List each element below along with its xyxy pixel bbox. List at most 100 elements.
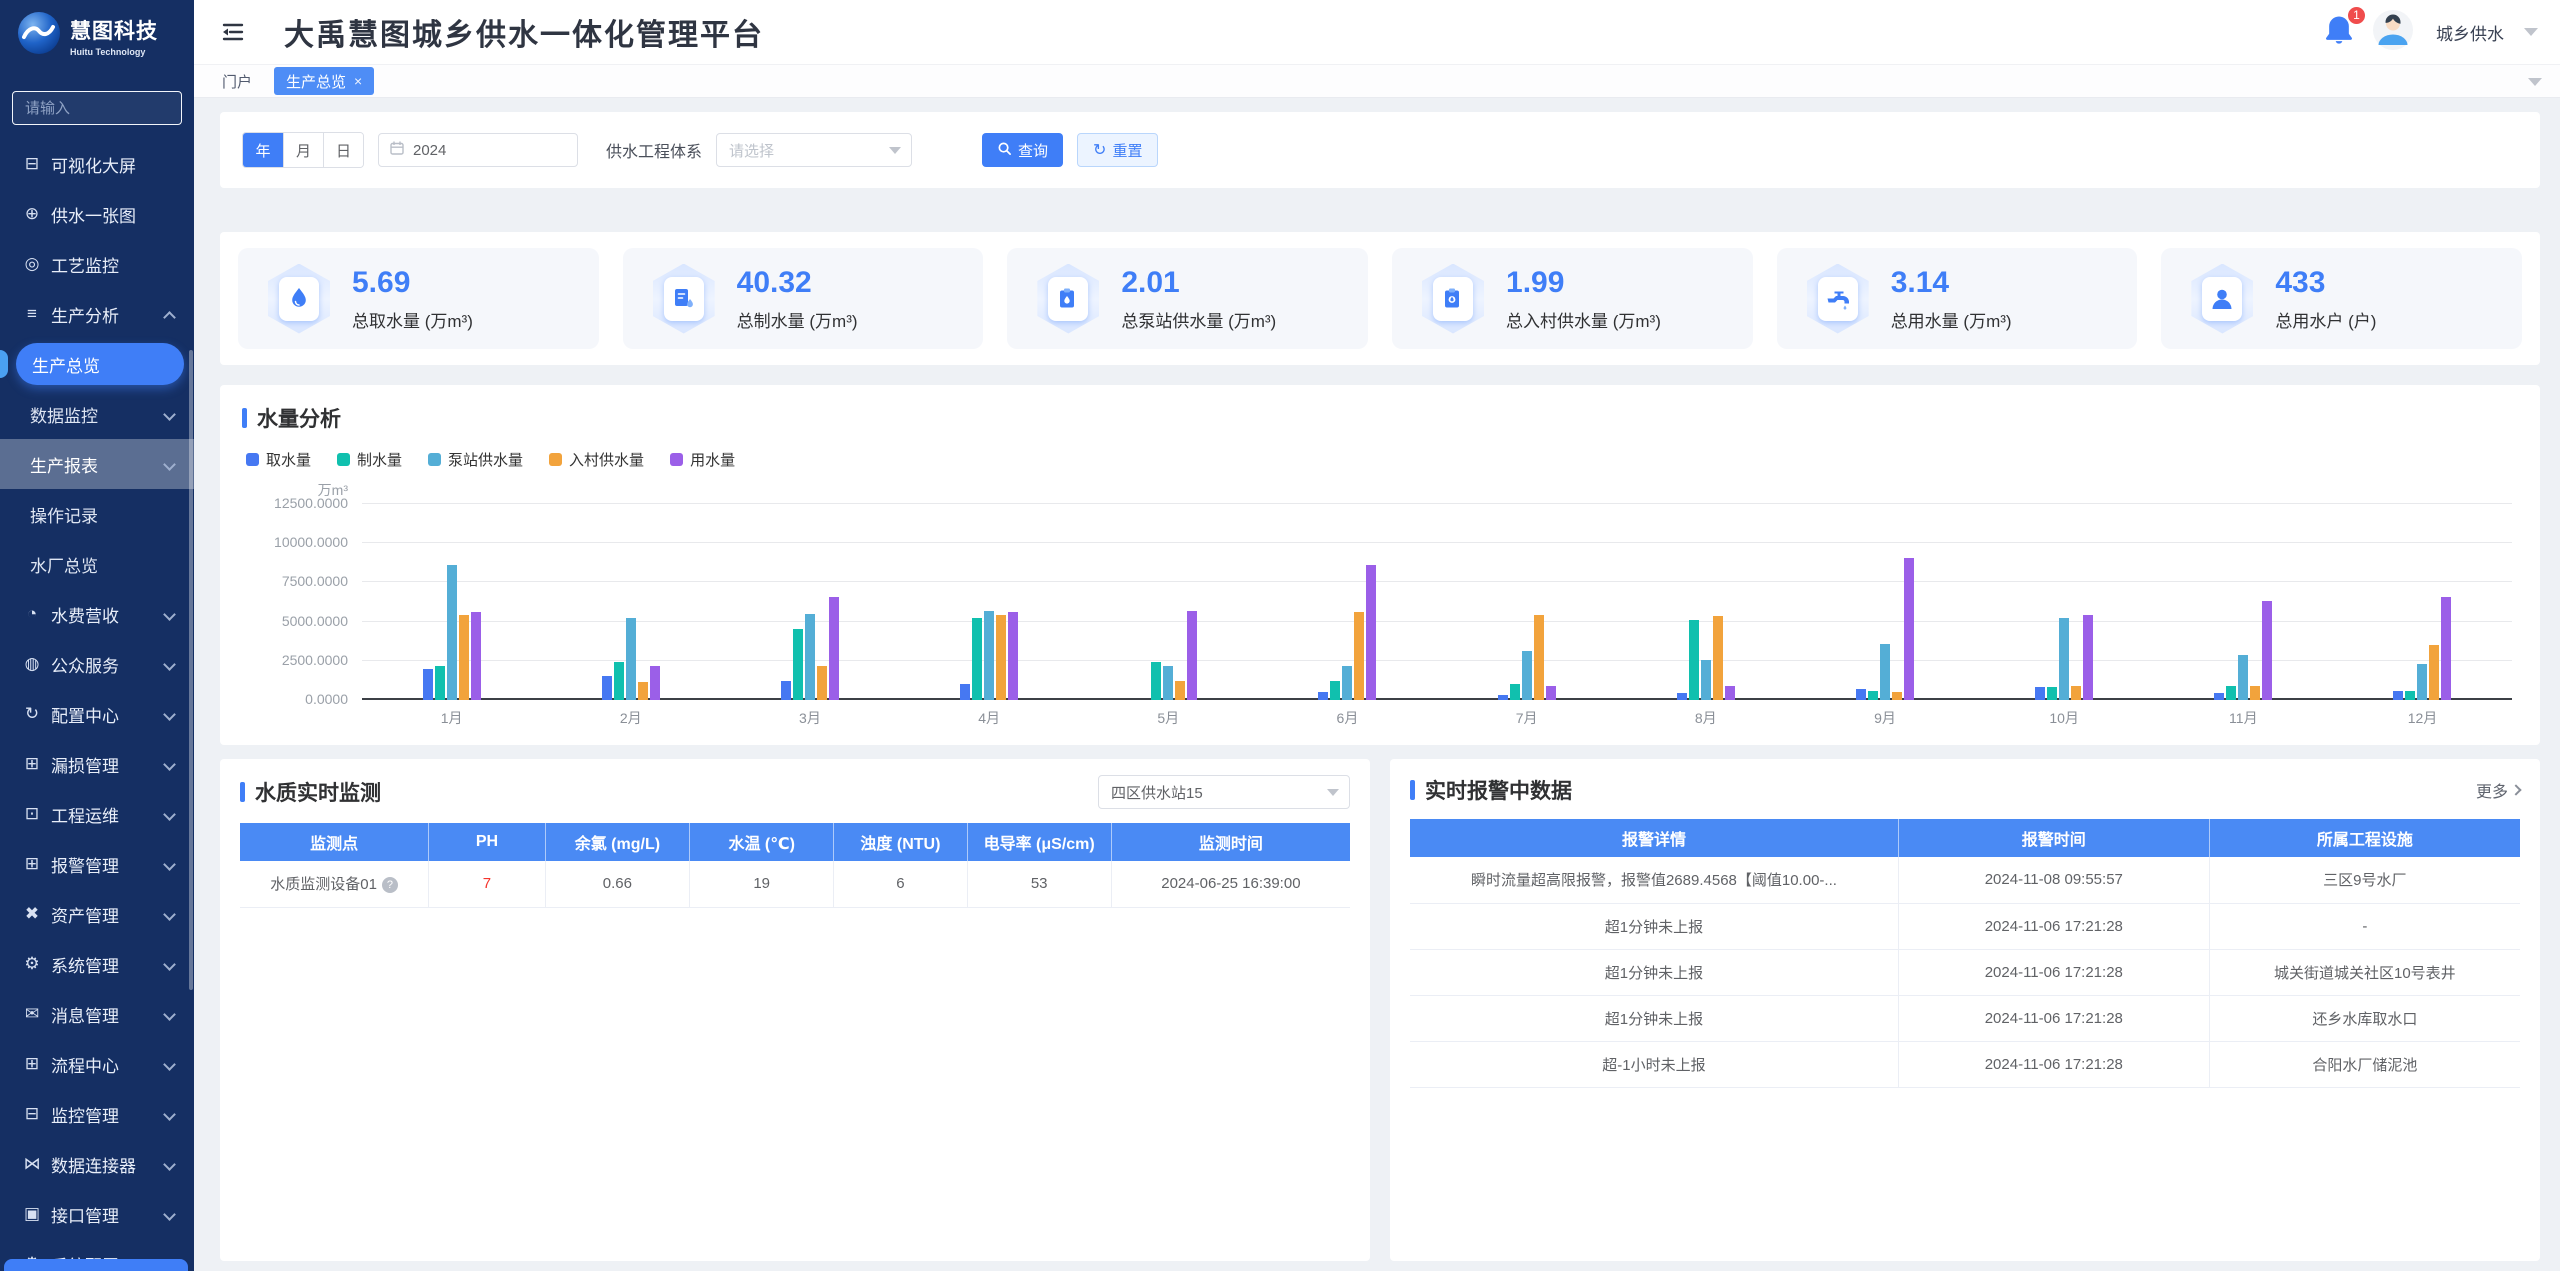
- bar-group-11月: [2154, 504, 2333, 700]
- help-icon[interactable]: ?: [382, 877, 398, 893]
- sidebar-item-label: 漏损管理: [51, 752, 119, 777]
- reset-icon: ↻: [1093, 140, 1106, 160]
- user-avatar[interactable]: [2372, 9, 2414, 56]
- sidebar-scrollbar[interactable]: [189, 350, 193, 990]
- bar-制水量: [435, 666, 445, 700]
- sidebar-item-漏损管理[interactable]: ⊞漏损管理: [0, 739, 194, 789]
- kpi-card: 433总用水户 (户): [2161, 248, 2522, 349]
- bar-泵站供水量: [1522, 651, 1532, 700]
- year-picker[interactable]: 2024: [378, 133, 578, 167]
- legend-swatch: [246, 453, 259, 466]
- sidebar-item-可视化大屏[interactable]: ⊟可视化大屏: [0, 139, 194, 189]
- legend-item-用水量[interactable]: 用水量: [670, 449, 735, 470]
- legend-item-入村供水量[interactable]: 入村供水量: [549, 449, 644, 470]
- sidebar-item-流程中心[interactable]: ⊞流程中心: [0, 1039, 194, 1089]
- bar-泵站供水量: [1701, 660, 1711, 700]
- bar-取水量: [1498, 695, 1508, 700]
- cell-time: 2024-06-25 16:39:00: [1111, 861, 1350, 907]
- sidebar-item-数据连接器[interactable]: ⋈数据连接器: [0, 1139, 194, 1189]
- alarm-row: 超1分钟未上报2024-11-06 17:21:28城关街道城关社区10号表井: [1410, 949, 2520, 995]
- user-name[interactable]: 城乡供水: [2436, 20, 2504, 45]
- sidebar-item-报警管理[interactable]: ⊞报警管理: [0, 839, 194, 889]
- bar-泵站供水量: [1342, 666, 1352, 700]
- water-production-icon: [664, 277, 704, 321]
- sidebar-item-label: 水费营收: [51, 602, 119, 627]
- sidebar-item-工艺监控[interactable]: ◎工艺监控: [0, 239, 194, 289]
- sidebar-item-资产管理[interactable]: ✖资产管理: [0, 889, 194, 939]
- filter-panel: 年 月 日 2024 供水工程体系 请选择: [220, 112, 2540, 188]
- tab-list-caret-icon[interactable]: [2528, 78, 2542, 86]
- sidebar-item-监控管理[interactable]: ⊟监控管理: [0, 1089, 194, 1139]
- cell-time: 2024-11-08 09:55:57: [1898, 857, 2209, 903]
- cell-detail: 超1分钟未上报: [1410, 995, 1898, 1041]
- query-button[interactable]: 查询: [982, 133, 1063, 167]
- tab-close-icon[interactable]: ×: [354, 73, 362, 89]
- bar-入村供水量: [996, 615, 1006, 700]
- sidebar-item-生产分析[interactable]: ≡生产分析: [0, 289, 194, 339]
- engineering-ops-icon: ⊡: [20, 804, 44, 824]
- title-accent-bar: [240, 782, 245, 802]
- user-menu-caret-icon[interactable]: [2524, 28, 2538, 36]
- brand-subtitle: Huitu Technology: [70, 47, 158, 57]
- tab-production-overview[interactable]: 生产总览 ×: [274, 67, 374, 95]
- sidebar-item-工程运维[interactable]: ⊡工程运维: [0, 789, 194, 839]
- tab-bar: 门户 生产总览 ×: [194, 64, 2560, 98]
- period-year-button[interactable]: 年: [243, 133, 283, 167]
- reset-button[interactable]: ↻ 重置: [1077, 133, 1158, 167]
- y-axis-tick-label: 12500.0000: [242, 495, 348, 511]
- query-button-label: 查询: [1018, 140, 1048, 161]
- sidebar-item-生产总览[interactable]: 生产总览: [0, 339, 194, 389]
- legend-item-取水量[interactable]: 取水量: [246, 449, 311, 470]
- sidebar-item-系统管理[interactable]: ⚙系统管理: [0, 939, 194, 989]
- active-item-notch: [0, 350, 8, 378]
- pump-station-icon-frame: [1037, 264, 1099, 334]
- more-label: 更多: [2476, 778, 2508, 802]
- bar-取水量: [423, 669, 433, 700]
- sidebar-search-input[interactable]: [12, 91, 182, 125]
- sidebar-item-消息管理[interactable]: ✉消息管理: [0, 989, 194, 1039]
- sidebar-item-接口管理[interactable]: ▣接口管理: [0, 1189, 194, 1239]
- column-header: 余氯 (mg/L): [545, 823, 689, 861]
- sidebar-item-label: 生产报表: [30, 452, 98, 477]
- sidebar-item-生产报表[interactable]: 生产报表: [0, 439, 194, 489]
- sidebar-item-配置中心[interactable]: ↻配置中心: [0, 689, 194, 739]
- x-axis-tick-label: 2月: [541, 708, 720, 728]
- cell-detail: 超1分钟未上报: [1410, 949, 1898, 995]
- bar-入村供水量: [1534, 615, 1544, 700]
- kpi-text: 5.69总取水量 (万m³): [352, 266, 473, 332]
- period-month-button[interactable]: 月: [283, 133, 323, 167]
- station-select[interactable]: 四区供水站15: [1098, 775, 1350, 809]
- sidebar-item-水费营收[interactable]: ◔水费营收: [0, 589, 194, 639]
- asset-mgmt-icon: ✖: [20, 904, 44, 924]
- legend-item-泵站供水量[interactable]: 泵站供水量: [428, 449, 523, 470]
- chevron-down-icon: [1327, 789, 1339, 796]
- sidebar-item-操作记录[interactable]: 操作记录: [0, 489, 194, 539]
- chart-legend: 取水量 制水量 泵站供水量 入村供水量 用水量: [246, 449, 2518, 470]
- sidebar-bottom-indicator: [4, 1259, 188, 1271]
- sidebar-item-水厂总览[interactable]: 水厂总览: [0, 539, 194, 589]
- notification-bell-icon[interactable]: 1: [2324, 14, 2354, 51]
- water-intake-icon: [279, 277, 319, 321]
- sidebar-item-数据监控[interactable]: 数据监控: [0, 389, 194, 439]
- more-alarms-link[interactable]: 更多: [2476, 778, 2520, 802]
- alarm-row: 超1分钟未上报2024-11-06 17:21:28-: [1410, 903, 2520, 949]
- legend-item-制水量[interactable]: 制水量: [337, 449, 402, 470]
- cell-temp: 19: [690, 861, 834, 907]
- water-intake-icon-frame: [268, 264, 330, 334]
- system-select[interactable]: 请选择: [716, 133, 912, 167]
- y-axis-tick-label: 2500.0000: [242, 652, 348, 668]
- notification-badge: 1: [2347, 6, 2366, 25]
- bar-group-4月: [900, 504, 1079, 700]
- bar-group-10月: [1975, 504, 2154, 700]
- chevron-down-icon: [889, 147, 901, 154]
- kpi-value: 40.32: [737, 266, 858, 300]
- bar-group-9月: [1795, 504, 1974, 700]
- sidebar-item-供水一张图[interactable]: ⊕供水一张图: [0, 189, 194, 239]
- sidebar-item-label: 公众服务: [51, 652, 119, 677]
- collapse-sidebar-icon[interactable]: [220, 19, 246, 45]
- tab-portal[interactable]: 门户: [222, 71, 252, 92]
- period-day-button[interactable]: 日: [323, 133, 363, 167]
- column-header: 监测点: [240, 823, 429, 861]
- sidebar-item-公众服务[interactable]: ◍公众服务: [0, 639, 194, 689]
- alarm-row: 超-1小时未上报2024-11-06 17:21:28合阳水厂储泥池: [1410, 1041, 2520, 1087]
